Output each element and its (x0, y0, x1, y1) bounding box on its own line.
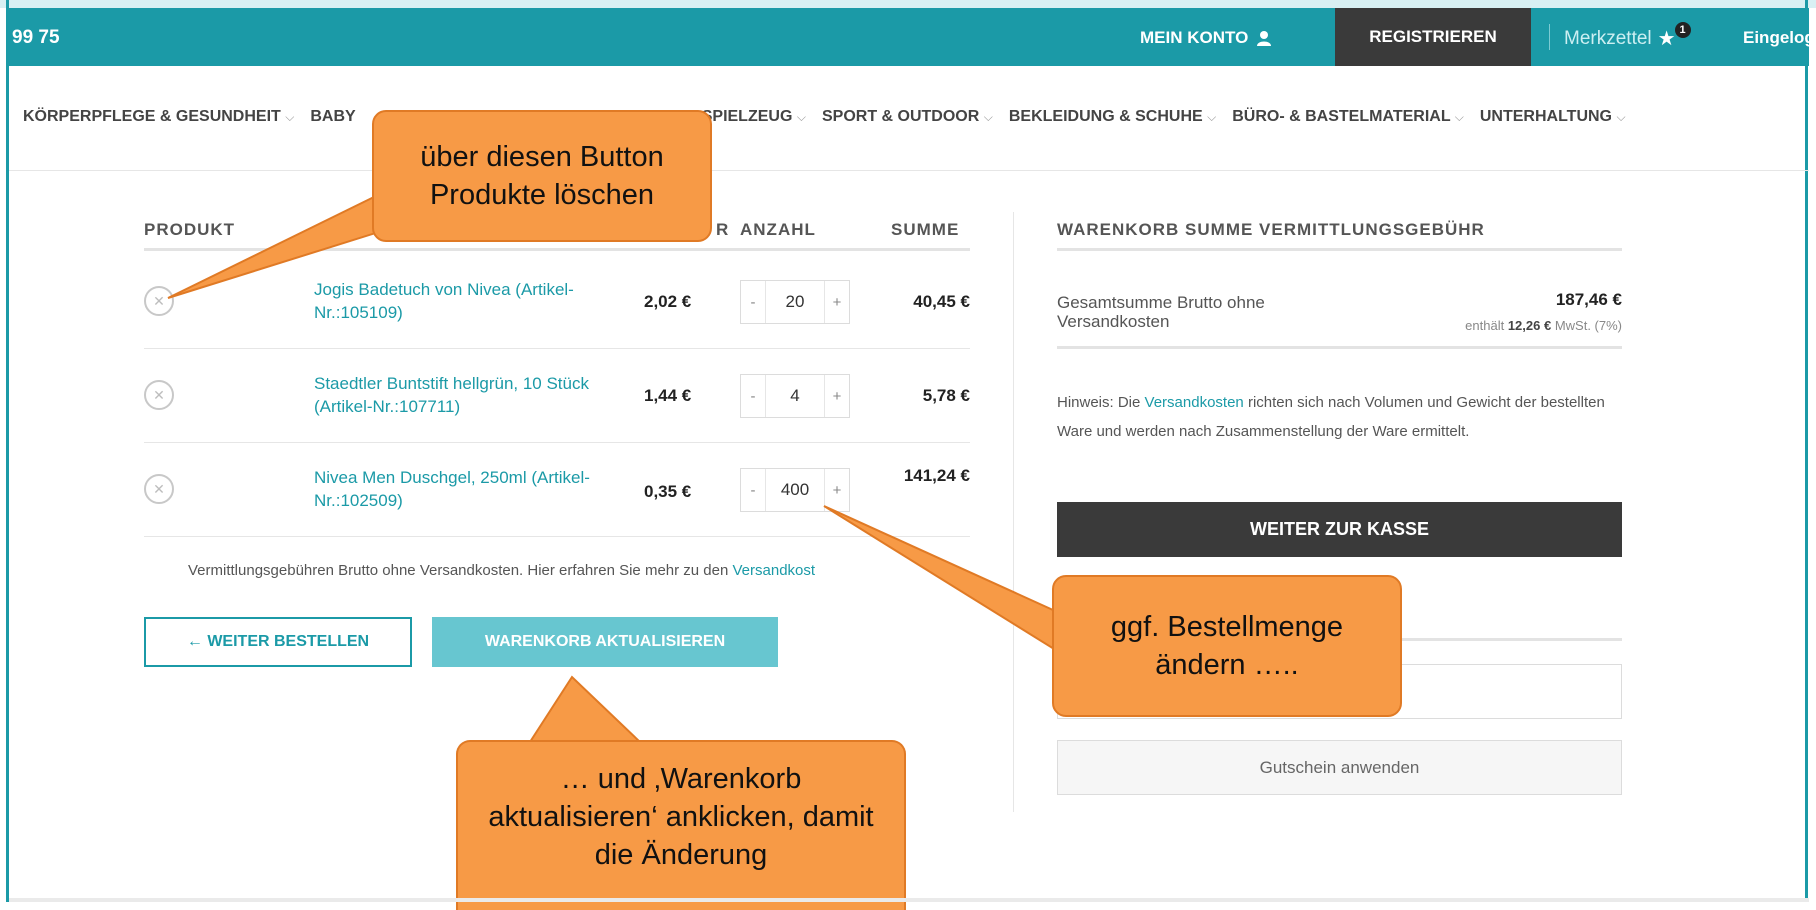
wishlist-link[interactable]: Merkzettel ★ 1 (1564, 21, 1698, 51)
quantity-value[interactable]: 400 (765, 469, 825, 511)
header-price: R (716, 220, 730, 239)
user-icon (1257, 31, 1272, 46)
unit-price: 0,35 € (644, 482, 692, 501)
category-nav: KÖRPERPFLEGE & GESUNDHEIT ⌵ BABY SPIELZE… (9, 66, 1809, 171)
shipping-note: Vermittlungsgebühren Brutto ohne Versand… (188, 562, 816, 579)
category-sport[interactable]: SPORT & OUTDOOR ⌵ (822, 108, 993, 126)
close-icon: ✕ (153, 386, 165, 403)
line-sum: 40,45 € (913, 292, 970, 311)
quantity-stepper[interactable]: -20 + (740, 280, 850, 324)
product-link[interactable]: Nivea Men Duschgel, 250ml (Artikel-Nr.:1… (314, 466, 604, 512)
my-account-link[interactable]: MEIN KONTO (1140, 28, 1272, 48)
category-list: KÖRPERPFLEGE & GESUNDHEIT ⌵ BABY SPIELZE… (23, 108, 1642, 126)
decrement-button[interactable]: - (741, 482, 765, 499)
shipping-hint: Hinweis: Die Versandkosten richten sich … (1057, 394, 1605, 440)
increment-button[interactable]: + (825, 482, 849, 499)
product-link[interactable]: Staedtler Buntstift hellgrün, 10 Stück (… (314, 372, 604, 418)
header-sum: SUMME (891, 220, 960, 239)
phone-number: 99 75 (12, 27, 60, 48)
product-link[interactable]: Jogis Badetuch von Nivea (Artikel-Nr.:10… (314, 278, 604, 324)
row-divider (144, 442, 970, 443)
callout-delete: über diesen Button Produkte löschen (372, 110, 712, 242)
row-divider (144, 536, 970, 537)
close-icon: ✕ (153, 480, 165, 497)
checkout-button[interactable]: WEITER ZUR KASSE (1057, 502, 1622, 557)
category-koerperpflege[interactable]: KÖRPERPFLEGE & GESUNDHEIT ⌵ (23, 108, 294, 126)
apply-coupon-button[interactable]: Gutschein anwenden (1057, 740, 1622, 795)
close-icon: ✕ (153, 292, 165, 309)
shipping-link[interactable]: Versandkost (733, 562, 816, 579)
chevron-down-icon: ⌵ (1616, 110, 1626, 124)
row-divider (144, 348, 970, 349)
total-label: Gesamtsumme Brutto ohne Versandkosten (1057, 293, 1265, 331)
callout-quantity: ggf. Bestellmenge ändern ….. (1052, 575, 1402, 717)
unit-price: 2,02 € (644, 292, 692, 311)
column-divider (1013, 212, 1014, 812)
quantity-stepper[interactable]: -400 + (740, 468, 850, 512)
tax-info: enthält 12,26 € MwSt. (7%) (1465, 318, 1622, 333)
chevron-down-icon: ⌵ (285, 110, 295, 124)
remove-item-button[interactable]: ✕ (144, 380, 174, 410)
wishlist-label: Merkzettel (1564, 27, 1652, 49)
wishlist-count-badge: 1 (1674, 21, 1691, 38)
star-icon: ★ (1657, 28, 1676, 50)
login-status: Eingeloggt (1743, 28, 1816, 47)
shipping-cost-link[interactable]: Versandkosten (1145, 394, 1244, 411)
increment-button[interactable]: + (825, 388, 849, 405)
register-button[interactable]: REGISTRIEREN (1335, 8, 1531, 66)
chevron-down-icon: ⌵ (796, 110, 806, 124)
chevron-down-icon: ⌵ (1454, 110, 1464, 124)
chevron-down-icon: ⌵ (1207, 110, 1217, 124)
quantity-stepper[interactable]: -4 + (740, 374, 850, 418)
quantity-value[interactable]: 20 (765, 281, 825, 323)
category-buero[interactable]: BÜRO- & BASTELMATERIAL ⌵ (1232, 108, 1464, 126)
summary-title: WARENKORB SUMME VERMITTLUNGSGEBÜHR (1057, 220, 1485, 239)
continue-shopping-button[interactable]: ← WEITER BESTELLEN (144, 617, 412, 667)
category-baby[interactable]: BABY (310, 108, 355, 126)
bottom-band (9, 898, 1809, 902)
category-bekleidung[interactable]: BEKLEIDUNG & SCHUHE ⌵ (1009, 108, 1216, 126)
callout-update: … und ‚Warenkorb aktualisieren‘ anklicke… (456, 740, 906, 910)
decrement-button[interactable]: - (741, 294, 765, 311)
line-sum: 141,24 € (903, 466, 970, 485)
update-cart-button[interactable]: WARENKORB AKTUALISIEREN (432, 617, 778, 667)
decrement-button[interactable]: - (741, 388, 765, 405)
divider (1549, 24, 1550, 50)
chevron-down-icon: ⌵ (983, 110, 993, 124)
header-product: PRODUKT (144, 220, 236, 239)
category-spielzeug[interactable]: SPIELZEUG ⌵ (702, 108, 806, 126)
category-unterhaltung[interactable]: UNTERHALTUNG ⌵ (1480, 108, 1626, 126)
remove-item-button[interactable]: ✕ (144, 286, 174, 316)
unit-price: 1,44 € (644, 386, 692, 405)
total-value: 187,46 € (1555, 290, 1622, 309)
header-rule (144, 248, 970, 251)
increment-button[interactable]: + (825, 294, 849, 311)
summary-rule (1057, 346, 1622, 349)
line-sum: 5,78 € (922, 386, 970, 405)
my-account-label: MEIN KONTO (1140, 28, 1249, 47)
header-quantity: ANZAHL (740, 220, 816, 239)
summary-rule (1057, 248, 1622, 251)
top-bar: 99 75 MEIN KONTO REGISTRIEREN Merkzettel… (9, 8, 1816, 66)
quantity-value[interactable]: 4 (765, 375, 825, 417)
remove-item-button[interactable]: ✕ (144, 474, 174, 504)
